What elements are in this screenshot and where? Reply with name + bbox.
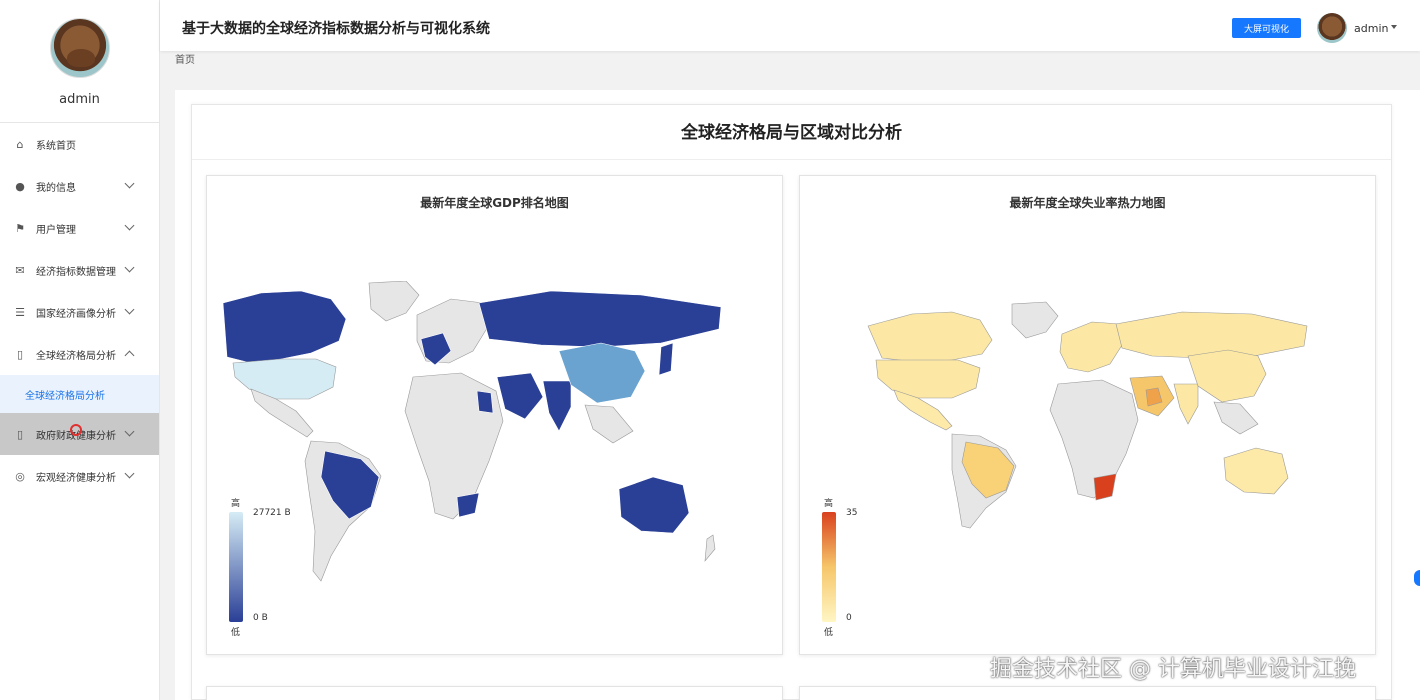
map-region-india[interactable] xyxy=(542,380,572,432)
unemployment-legend-high: 高 xyxy=(824,499,834,509)
gdp-legend-low: 低 xyxy=(231,628,241,638)
sidebar: admin ⌂ 系统首页 ● 我的信息 ⚑ 用户管理 ✉ 经济指标数据管理 ☰ … xyxy=(0,0,160,700)
top-header: 基于大数据的全球经济指标数据分析与可视化系统 大屏可视化 admin xyxy=(160,0,1420,51)
microphone-icon: ▯ xyxy=(16,427,24,441)
side-float-button[interactable] xyxy=(1414,570,1420,586)
chevron-down-icon xyxy=(124,262,135,273)
sidebar-item-label: 用户管理 xyxy=(36,224,76,236)
map-region-canada[interactable] xyxy=(867,311,993,363)
chevron-up-icon xyxy=(124,350,135,361)
profile-block: admin xyxy=(0,0,159,123)
sidebar-item-label: 系统首页 xyxy=(36,140,76,152)
microphone-icon: ▯ xyxy=(16,347,24,361)
home-icon: ⌂ xyxy=(16,137,24,151)
unemployment-world-map[interactable] xyxy=(862,298,1317,533)
unemployment-legend-low: 低 xyxy=(824,628,834,638)
gdp-world-map[interactable] xyxy=(221,281,731,591)
sidebar-item-fiscal-health[interactable]: ▯ 政府财政健康分析 xyxy=(0,413,159,455)
system-title: 基于大数据的全球经济指标数据分析与可视化系统 xyxy=(182,21,490,37)
sidebar-item-country-profile[interactable]: ☰ 国家经济画像分析 xyxy=(0,291,159,333)
header-username[interactable]: admin xyxy=(1354,22,1388,35)
sidebar-item-global-pattern[interactable]: ▯ 全球经济格局分析 xyxy=(0,333,159,375)
sidebar-item-user-management[interactable]: ⚑ 用户管理 xyxy=(0,207,159,249)
circle-icon: ◎ xyxy=(15,469,25,483)
mail-icon: ✉ xyxy=(15,263,25,277)
map-region-usa[interactable] xyxy=(232,358,337,400)
unemployment-map-title: 最新年度全球失业率热力地图 xyxy=(1009,196,1166,210)
sidebar-item-label: 我的信息 xyxy=(36,182,76,194)
map-region-china[interactable] xyxy=(558,342,646,404)
map-region-australia[interactable] xyxy=(1223,447,1289,495)
gdp-legend-min: 0 B xyxy=(253,613,268,623)
click-indicator-icon xyxy=(70,424,82,436)
panel-title: 全球经济格局与区域对比分析 xyxy=(192,105,1391,160)
sidebar-item-label: 国家经济画像分析 xyxy=(36,308,116,320)
sidebar-item-my-info[interactable]: ● 我的信息 xyxy=(0,165,159,207)
user-icon: ● xyxy=(15,179,25,193)
map-region-southeast-asia[interactable] xyxy=(584,404,634,444)
flag-icon: ⚑ xyxy=(15,221,25,235)
big-screen-button[interactable]: 大屏可视化 xyxy=(1232,18,1301,38)
map-region-middle-east[interactable] xyxy=(496,372,544,420)
next-card-left xyxy=(206,686,783,700)
sidebar-username: admin xyxy=(59,92,100,107)
chevron-down-icon xyxy=(124,426,135,437)
map-region-russia[interactable] xyxy=(478,290,722,348)
map-region-greenland[interactable] xyxy=(368,281,420,322)
chevron-down-icon xyxy=(124,468,135,479)
gdp-map-card: 最新年度全球GDP排名地图 高 27721 B 0 B 低 xyxy=(206,175,783,655)
watermark: 掘金技术社区 @ 计算机毕业设计江挽 xyxy=(990,657,1356,682)
gdp-legend-bar[interactable] xyxy=(229,512,243,622)
map-region-usa[interactable] xyxy=(875,359,981,399)
sidebar-item-label: 全球经济格局分析 xyxy=(36,350,116,362)
map-region-canada[interactable] xyxy=(222,290,347,364)
chevron-down-icon xyxy=(124,304,135,315)
header-avatar[interactable] xyxy=(1317,13,1347,43)
map-region-south-africa[interactable] xyxy=(456,492,480,518)
map-region-europe[interactable] xyxy=(1059,321,1125,373)
map-region-egypt[interactable] xyxy=(476,390,494,414)
map-region-south-africa[interactable] xyxy=(1093,473,1117,501)
caret-down-icon[interactable] xyxy=(1391,25,1397,29)
chevron-down-icon xyxy=(124,220,135,231)
map-region-australia[interactable] xyxy=(618,476,690,534)
sidebar-item-home[interactable]: ⌂ 系统首页 xyxy=(0,123,159,165)
unemployment-map-card: 最新年度全球失业率热力地图 高 35 0 低 xyxy=(799,175,1376,655)
sidebar-menu: ⌂ 系统首页 ● 我的信息 ⚑ 用户管理 ✉ 经济指标数据管理 ☰ 国家经济画像… xyxy=(0,123,159,497)
map-region-china[interactable] xyxy=(1187,349,1267,403)
map-region-southeast-asia[interactable] xyxy=(1213,401,1259,435)
sidebar-subitem-global-pattern[interactable]: 全球经济格局分析 xyxy=(0,375,159,413)
chevron-down-icon xyxy=(124,178,135,189)
map-region-new-zealand[interactable] xyxy=(704,534,716,562)
gdp-legend-max: 27721 B xyxy=(253,508,291,518)
sidebar-item-macro-health[interactable]: ◎ 宏观经济健康分析 xyxy=(0,455,159,497)
map-region-greenland[interactable] xyxy=(1011,301,1059,339)
map-region-japan[interactable] xyxy=(658,342,674,376)
next-card-right xyxy=(799,686,1376,700)
map-region-india[interactable] xyxy=(1173,383,1199,425)
sidebar-item-label: 经济指标数据管理 xyxy=(36,266,116,278)
gdp-map-title: 最新年度全球GDP排名地图 xyxy=(420,196,569,210)
sidebar-item-label: 宏观经济健康分析 xyxy=(36,472,116,484)
gdp-legend-high: 高 xyxy=(231,499,241,509)
unemployment-legend-min: 0 xyxy=(846,613,852,623)
unemployment-legend-bar[interactable] xyxy=(822,512,836,622)
breadcrumb[interactable]: 首页 xyxy=(175,51,195,66)
avatar[interactable] xyxy=(49,18,110,78)
map-region-russia[interactable] xyxy=(1115,311,1308,359)
sliders-icon: ☰ xyxy=(15,305,25,319)
unemployment-legend-max: 35 xyxy=(846,508,858,518)
sidebar-item-indicator-data[interactable]: ✉ 经济指标数据管理 xyxy=(0,249,159,291)
